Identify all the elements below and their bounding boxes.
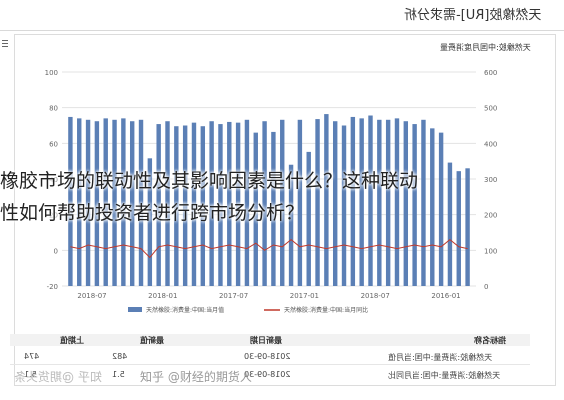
right-axis-tick-label: 0 [484,283,488,291]
question-overlay: 橡胶市场的联动性及其影响因素是什么？这种联动 性如何帮助投资者进行跨市场分析？ [0,165,564,229]
right-axis-tick-label: 500 [484,105,497,113]
left-axis-tick-label: 60 [49,140,58,148]
table-cell: 5.1 [112,370,125,379]
right-axis-tick-label: 600 [484,69,497,77]
legend-label: 天然橡胶:消费量:中国:当月同比 [284,306,368,314]
page-title: 天然橡胶[RU]-需求分析 [404,8,542,23]
col-header-prev: 上期值 [60,336,84,345]
left-axis-tick-label: 80 [49,105,58,113]
question-line-2: 性如何帮助投资者进行跨市场分析？ [0,202,305,224]
x-tick-label: 2016-01 [431,292,460,300]
right-axis-tick-label: 100 [484,247,497,255]
x-tick-label: 2017-01 [290,292,319,300]
x-tick-label: 2017-07 [219,292,248,300]
table-cell: 482 [112,352,128,361]
table-cell: 天然橡胶:消费量:中国:当月值 [388,353,493,362]
watermark-right: 知乎 @财经的期货人 [140,370,252,384]
left-axis-tick-label: -20 [47,283,58,291]
right-axis-tick-label: 400 [484,140,497,148]
table-cell: 2018-09-30 [244,352,291,361]
divider [0,30,564,31]
x-tick-label: 2018-07 [361,292,390,300]
question-line-1: 橡胶市场的联动性及其影响因素是什么？这种联动 [0,170,419,192]
legend-label: 天然橡胶:消费量:中国:当月值 [146,306,224,314]
table-cell: 474 [24,352,40,361]
legend-swatch-bars [128,307,142,312]
chart-panel-title: 天然橡胶:中国月度消费量 [440,43,531,52]
left-axis-tick-label: 0 [54,247,58,255]
watermark-left: 知乎 @期货头条 [14,370,102,384]
table-cell: 天然橡胶:消费量:中国:当月同比 [388,371,501,380]
col-header-name: 指标名称 [474,336,506,345]
col-header-date: 最新日期 [250,336,282,345]
series-line [70,238,468,259]
x-tick-label: 2018-01 [148,292,177,300]
row-divider [10,364,530,365]
x-tick-label: 2018-07 [77,292,106,300]
col-header-value: 最新值 [140,336,164,345]
menu-icon[interactable] [2,40,8,49]
left-axis-tick-label: 100 [45,69,58,77]
